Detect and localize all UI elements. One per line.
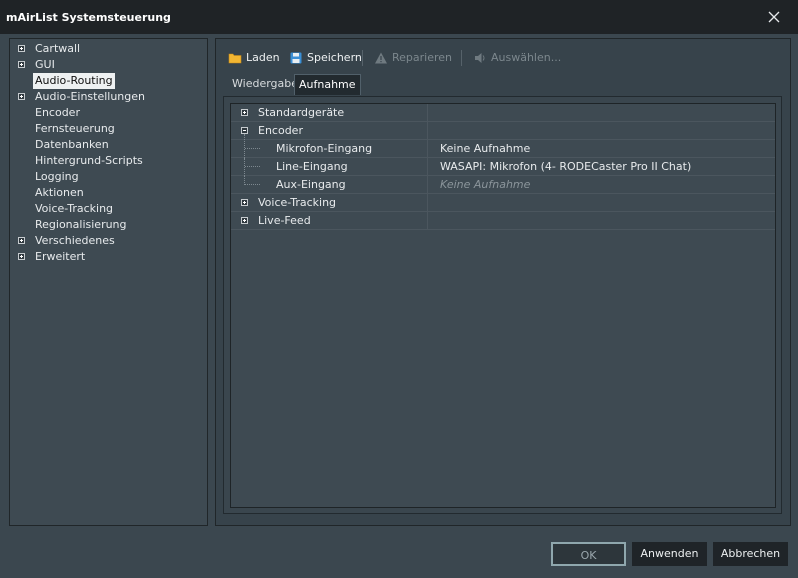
tree-item-label: Verschiedenes xyxy=(35,234,115,247)
row-name: Line-Eingang xyxy=(276,160,348,173)
toolbar-separator xyxy=(461,50,462,66)
grid-row-encoder[interactable]: Encoder xyxy=(231,122,775,140)
save-button[interactable]: Speichern xyxy=(289,49,362,67)
tree-item-label: Encoder xyxy=(35,106,80,119)
settings-tree[interactable]: Cartwall GUI Audio-Routing Audio-Einstel… xyxy=(9,38,208,526)
tree-item-label: Aktionen xyxy=(35,186,84,199)
select-label: Auswählen... xyxy=(491,51,562,64)
property-grid[interactable]: Standardgeräte Encoder Mikrofon-Eingang … xyxy=(230,103,776,508)
tab-wiedergabe[interactable]: Wiedergabe xyxy=(228,74,302,94)
tree-item-label: Voice-Tracking xyxy=(35,202,114,215)
expand-plus-icon[interactable] xyxy=(241,199,248,206)
toolbar-separator xyxy=(362,50,363,66)
grid-row-mikrofon-eingang[interactable]: Mikrofon-Eingang Keine Aufnahme xyxy=(231,134,775,158)
grid-row-voice-tracking[interactable]: Voice-Tracking xyxy=(231,194,775,212)
tree-item-label: Fernsteuerung xyxy=(35,122,115,135)
tree-item-label: Datenbanken xyxy=(35,138,109,151)
tree-line xyxy=(245,148,260,149)
apply-button[interactable]: Anwenden xyxy=(632,542,707,566)
grid-row-standardgeraete[interactable]: Standardgeräte xyxy=(231,104,775,122)
tab-panel-aufnahme: Standardgeräte Encoder Mikrofon-Eingang … xyxy=(223,96,782,514)
expand-plus-icon[interactable] xyxy=(18,237,25,244)
expand-plus-icon[interactable] xyxy=(241,217,248,224)
tree-item-label: Audio-Routing xyxy=(33,73,115,89)
window-title: mAirList Systemsteuerung xyxy=(6,10,171,24)
tab-aufnahme[interactable]: Aufnahme xyxy=(294,74,361,95)
cancel-button[interactable]: Abbrechen xyxy=(713,542,788,566)
expand-plus-icon[interactable] xyxy=(241,109,248,116)
row-value[interactable]: Keine Aufnahme xyxy=(440,176,530,193)
select-button[interactable]: Auswählen... xyxy=(473,49,561,67)
row-name: Standardgeräte xyxy=(258,106,345,119)
tree-item-label: GUI xyxy=(35,58,55,71)
settings-panel: Laden Speichern Reparieren Auswählen... … xyxy=(215,38,791,526)
save-label: Speichern xyxy=(307,51,362,64)
tree-line xyxy=(245,166,260,167)
grid-row-live-feed[interactable]: Live-Feed xyxy=(231,212,775,230)
grid-row-line-eingang[interactable]: Line-Eingang WASAPI: Mikrofon (4- RODECa… xyxy=(231,158,775,176)
row-name: Voice-Tracking xyxy=(258,196,337,209)
load-label: Laden xyxy=(246,51,280,64)
tree-item-label: Hintergrund-Scripts xyxy=(35,154,143,167)
warning-icon xyxy=(374,51,388,65)
tree-item-label: Logging xyxy=(35,170,79,183)
load-button[interactable]: Laden xyxy=(228,49,280,67)
title-bar: mAirList Systemsteuerung xyxy=(0,0,798,34)
toolbar: Laden Speichern Reparieren Auswählen... xyxy=(228,49,788,67)
tree-item-label: Regionalisierung xyxy=(35,218,127,231)
tree-line xyxy=(244,158,246,176)
collapse-minus-icon[interactable] xyxy=(241,127,248,134)
row-name: Encoder xyxy=(258,124,303,137)
expand-plus-icon[interactable] xyxy=(18,93,25,100)
tree-line xyxy=(244,134,246,158)
close-icon[interactable] xyxy=(764,7,784,27)
folder-icon xyxy=(228,51,242,65)
expand-plus-icon[interactable] xyxy=(18,253,25,260)
grid-row-aux-eingang[interactable]: Aux-Eingang Keine Aufnahme xyxy=(231,176,775,194)
ok-button[interactable]: OK xyxy=(551,542,626,566)
row-name: Aux-Eingang xyxy=(276,178,346,191)
row-name: Mikrofon-Eingang xyxy=(276,142,373,155)
floppy-disk-icon xyxy=(289,51,303,65)
expand-plus-icon[interactable] xyxy=(18,45,25,52)
repair-button[interactable]: Reparieren xyxy=(374,49,452,67)
row-name: Live-Feed xyxy=(258,214,311,227)
row-value[interactable]: Keine Aufnahme xyxy=(440,140,530,157)
tree-item-label: Erweitert xyxy=(35,250,86,263)
speaker-icon xyxy=(473,51,487,65)
tree-line xyxy=(245,184,260,185)
expand-plus-icon[interactable] xyxy=(18,61,25,68)
tree-item-label: Cartwall xyxy=(35,42,81,55)
row-value[interactable]: WASAPI: Mikrofon (4- RODECaster Pro II C… xyxy=(440,158,691,175)
repair-label: Reparieren xyxy=(392,51,453,64)
tree-item-label: Audio-Einstellungen xyxy=(35,90,146,103)
